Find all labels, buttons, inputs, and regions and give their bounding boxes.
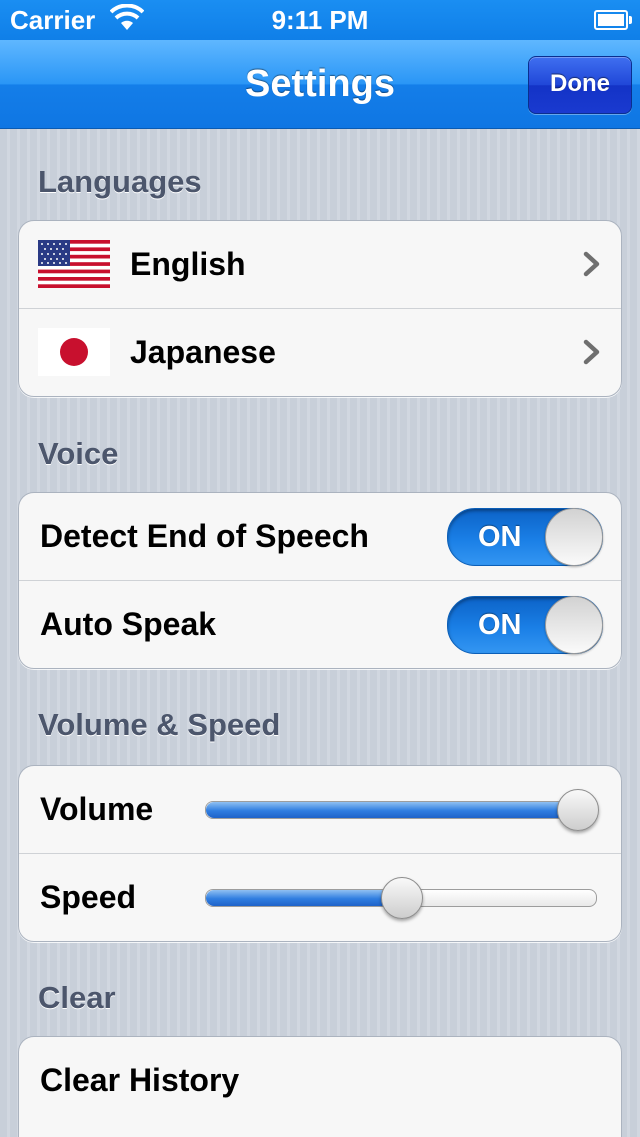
section-header-volume-speed: Volume & Speed [38, 707, 281, 742]
voice-group: Detect End of Speech ON Auto Speak ON [18, 492, 622, 669]
status-time: 9:11 PM [271, 5, 369, 35]
toggle-knob [545, 596, 603, 654]
us-flag-icon [38, 240, 110, 288]
detect-end-of-speech-toggle[interactable]: ON [447, 508, 603, 566]
clear-history-row[interactable]: Clear History [19, 1037, 621, 1124]
slider-fill [206, 890, 402, 906]
toggle-on-text: ON [478, 521, 522, 553]
done-button[interactable]: Done [528, 56, 632, 114]
language-label-japanese: Japanese [130, 334, 276, 370]
toggle-knob [545, 508, 603, 566]
clear-group: Clear History [18, 1036, 622, 1137]
chevron-right-icon [583, 251, 600, 277]
language-row-japanese[interactable]: Japanese [19, 308, 621, 396]
language-row-english[interactable]: English [19, 221, 621, 308]
detect-end-of-speech-row: Detect End of Speech ON [19, 493, 621, 580]
volume-label: Volume [40, 791, 154, 827]
volume-slider[interactable] [205, 766, 599, 853]
slider-fill [206, 802, 578, 818]
auto-speak-row: Auto Speak ON [19, 580, 621, 668]
speed-label: Speed [40, 879, 137, 915]
speed-slider[interactable] [205, 854, 597, 941]
toggle-on-text: ON [478, 609, 522, 641]
japan-flag-icon [38, 328, 110, 376]
battery-icon [594, 10, 632, 30]
detect-end-of-speech-label: Detect End of Speech [40, 518, 369, 554]
languages-group: English Japanese [18, 220, 622, 397]
volume-speed-group: Volume Speed [18, 765, 622, 942]
speed-slider-thumb[interactable] [381, 877, 423, 919]
section-header-languages: Languages [38, 164, 202, 199]
status-bar: Carrier 9:11 PM [0, 0, 640, 40]
auto-speak-label: Auto Speak [40, 606, 217, 642]
language-label-english: English [130, 246, 246, 282]
chevron-right-icon [583, 339, 600, 365]
clear-history-label: Clear History [40, 1062, 240, 1098]
volume-slider-thumb[interactable] [557, 789, 599, 831]
speed-row: Speed [19, 853, 621, 941]
section-header-voice: Voice [38, 436, 119, 471]
navigation-bar: Settings Done [0, 40, 640, 129]
slider-track [205, 801, 597, 819]
section-header-clear: Clear [38, 980, 116, 1015]
volume-row: Volume [19, 766, 621, 853]
auto-speak-toggle[interactable]: ON [447, 596, 603, 654]
